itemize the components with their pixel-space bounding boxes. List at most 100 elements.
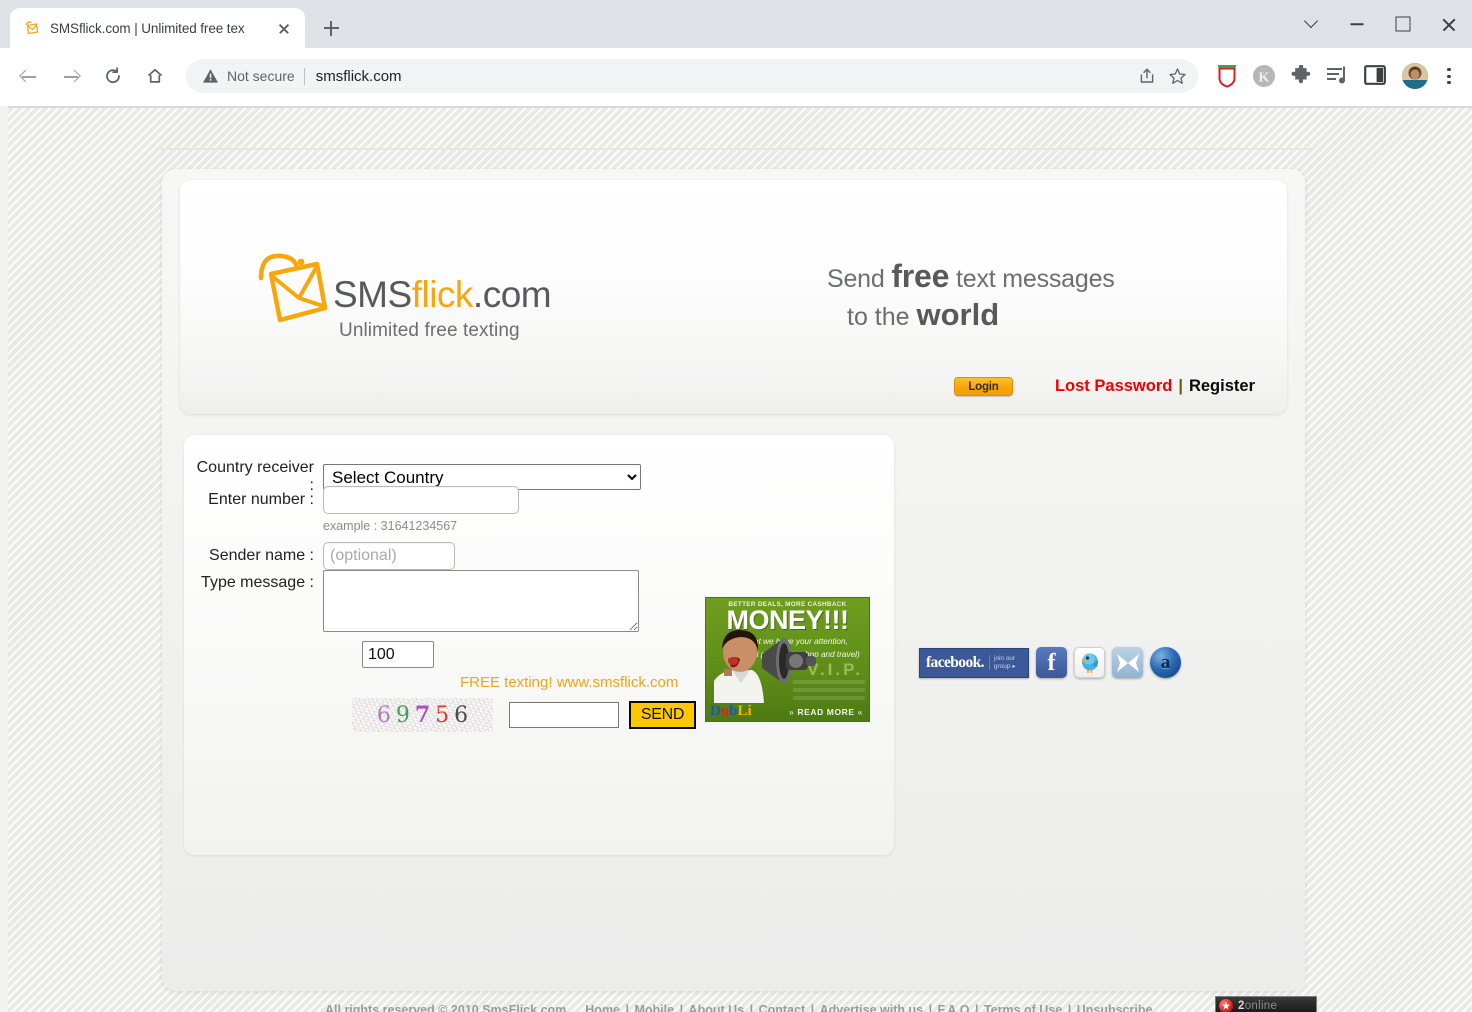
hero-tagline: Send free text messages to the world (827, 258, 1227, 333)
sender-label: Sender name : (209, 547, 314, 564)
number-hint-row: example : 31641234567 (323, 519, 457, 533)
forward-arrow-icon[interactable] (52, 57, 90, 95)
kebab-menu-icon[interactable] (1436, 57, 1462, 95)
facebook-square-icon[interactable]: f (1036, 647, 1067, 678)
ad-brand-li: Li (737, 703, 752, 719)
hero-line1-c: text messages (949, 265, 1115, 293)
facebook-banner-label: facebook. (926, 653, 984, 671)
sender-name-input[interactable] (323, 542, 455, 570)
tab-search-chevron-icon[interactable] (1288, 4, 1334, 44)
back-arrow-icon[interactable] (10, 57, 48, 95)
footer-sep-1: | (625, 1003, 630, 1012)
footer-sep-5: | (928, 1003, 933, 1012)
footer-sep-6: | (974, 1003, 979, 1012)
twitter-bird-icon[interactable] (1074, 647, 1105, 678)
site-logo[interactable]: SMSflick.com Unlimited free texting (255, 240, 555, 350)
ad-brand-logo: DubLi (710, 703, 752, 720)
footer-link-home[interactable]: Home (584, 1003, 621, 1012)
footer-sep-3: | (749, 1003, 754, 1012)
home-icon[interactable] (136, 57, 174, 95)
reload-icon[interactable] (94, 57, 132, 95)
hero-line2-a: to the (847, 303, 917, 331)
promo-text: FREE texting! www.smsflick.com (460, 674, 679, 691)
logo-tagline: Unlimited free texting (339, 320, 520, 341)
browser-window: SMSflick.com | Unlimited free tex Not se… (0, 0, 1472, 1012)
viewport-top-edge (0, 106, 1472, 108)
number-label: Enter number : (208, 491, 314, 508)
footer-sep-7: | (1067, 1003, 1072, 1012)
side-panel-icon[interactable] (1359, 57, 1391, 95)
decorative-gold-rule (160, 148, 1315, 150)
hero-line1-a: Send (827, 265, 892, 293)
facebook-join-group-banner[interactable]: facebook. join our group ▸ (919, 647, 1029, 678)
share-icon[interactable] (1132, 61, 1162, 91)
logo-wordmark: SMSflick.com (333, 274, 552, 316)
logo-com: .com (472, 274, 552, 315)
login-button[interactable]: Login (953, 377, 1013, 396)
hero-free: free (891, 258, 950, 294)
facebook-banner-sub2: group ▸ (993, 662, 1016, 670)
footer-sep-2: | (679, 1003, 684, 1012)
users-online-icon: ★ (1219, 999, 1233, 1012)
footer-link-about-us[interactable]: About Us (688, 1003, 746, 1012)
not-secure-warning-icon[interactable] (202, 68, 219, 84)
message-textarea[interactable] (323, 570, 639, 632)
facebook-f-glyph: f (1047, 649, 1056, 676)
shield-extension-icon[interactable] (1211, 57, 1243, 95)
close-icon[interactable] (273, 17, 295, 39)
url-text[interactable]: smsflick.com (316, 68, 1132, 85)
address-bar[interactable]: Not secure smsflick.com (186, 59, 1198, 93)
ad-brand-d: D (710, 703, 721, 719)
register-link[interactable]: Register (1189, 377, 1255, 396)
ad-brand-u: u (720, 703, 730, 719)
lost-password-link[interactable]: Lost Password (1055, 377, 1172, 396)
logo-sms: SMS (333, 274, 412, 315)
smsflick-envelope-favicon (24, 20, 41, 37)
kaspersky-k-icon[interactable]: K (1248, 57, 1280, 95)
char-count-row (362, 641, 434, 668)
browser-toolbar: Not secure smsflick.com K (0, 48, 1472, 104)
footer-link-unsubscribe[interactable]: Unsubscribe (1076, 1003, 1154, 1012)
footer-link-advertise[interactable]: Advertise with us (819, 1003, 925, 1012)
browser-tab[interactable]: SMSflick.com | Unlimited free tex (10, 8, 305, 48)
captcha-input[interactable] (509, 702, 619, 728)
advertisement-banner[interactable]: BETTER DEALS, MORE CASHBACK MONEY!!! (no… (705, 597, 870, 722)
xing-x-icon[interactable] (1112, 647, 1143, 678)
minimize-icon[interactable] (1334, 4, 1380, 44)
footer-link-faq[interactable]: F.A.Q (937, 1003, 971, 1012)
star-icon[interactable] (1162, 61, 1192, 91)
new-tab-button[interactable] (317, 14, 345, 42)
ad-read-more-link[interactable]: » READ MORE « (789, 707, 863, 717)
tab-title: SMSflick.com | Unlimited free tex (50, 20, 245, 36)
captcha-digit-2: 7 (414, 702, 431, 728)
facebook-banner-sub1: join our (993, 655, 1016, 662)
sender-row: Sender name : (194, 542, 455, 570)
auth-links: Login Lost Password | Register (953, 377, 1255, 396)
captcha-digit-1: 9 (395, 702, 410, 728)
number-example-hint: example : 31641234567 (323, 519, 458, 533)
profile-avatar[interactable] (1402, 63, 1428, 89)
alexa-a-icon[interactable]: a (1150, 647, 1181, 678)
footer-link-mobile[interactable]: Mobile (633, 1003, 675, 1012)
close-window-icon[interactable] (1426, 4, 1472, 44)
character-count-input[interactable] (362, 641, 434, 668)
ad-cta-left-chevron: » (789, 707, 795, 717)
media-playlist-icon[interactable] (1322, 57, 1354, 95)
footer-link-terms[interactable]: Terms of Use (983, 1003, 1063, 1012)
site-footer: All rights reserved © 2010 SmsFlick.com … (162, 996, 1317, 1012)
extensions-puzzle-icon[interactable] (1285, 57, 1317, 95)
megaphone-icon (756, 632, 830, 695)
viewport-left-rail (0, 106, 8, 1012)
footer-link-contact[interactable]: Contact (758, 1003, 807, 1012)
site-header: SMSflick.com Unlimited free texting Send… (180, 180, 1287, 414)
users-online-badge[interactable]: ★ 2online (1215, 996, 1317, 1012)
page-wrapper: SMSflick.com Unlimited free texting Send… (162, 169, 1305, 991)
number-input[interactable] (323, 486, 519, 514)
social-links: facebook. join our group ▸ f a (919, 647, 1181, 678)
send-button[interactable]: SEND (629, 701, 696, 729)
footer-links: Home | Mobile | About Us | Contact | Adv… (584, 1003, 1153, 1012)
maximize-icon[interactable] (1380, 4, 1426, 44)
security-label: Not secure (227, 68, 295, 84)
message-row: Type message : (194, 570, 639, 632)
online-label: online (1244, 1000, 1278, 1012)
